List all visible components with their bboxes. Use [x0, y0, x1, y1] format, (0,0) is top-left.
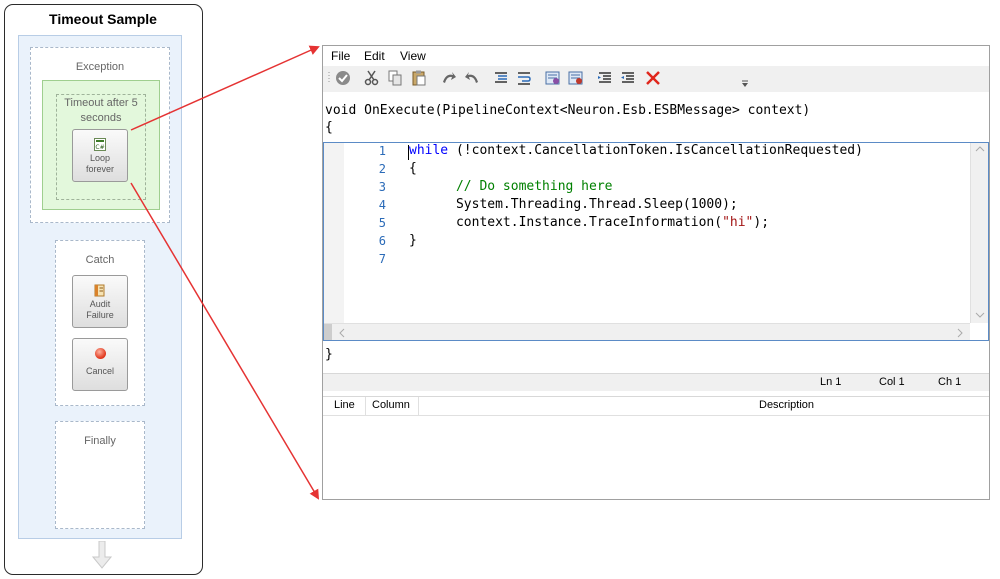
flow-down-arrow-icon [92, 541, 112, 569]
scroll-down-icon[interactable] [975, 311, 985, 319]
cut-icon[interactable] [364, 70, 380, 86]
bookmark-next-icon[interactable] [568, 70, 584, 86]
toolbar-overflow-icon[interactable] [741, 80, 749, 88]
copy-icon[interactable] [387, 70, 403, 86]
uncomment-icon[interactable] [620, 70, 636, 86]
editor-toolbar [323, 66, 989, 92]
check-icon[interactable] [335, 70, 351, 86]
menu-file[interactable]: File [331, 49, 350, 63]
line-number: 3 [378, 180, 386, 194]
column-header-line[interactable]: Line [334, 399, 355, 411]
delete-icon[interactable] [645, 70, 661, 86]
pipeline-title: Timeout Sample [49, 11, 157, 27]
method-open-brace: { [325, 120, 333, 135]
comment-icon[interactable] [597, 70, 613, 86]
keyword-while: while [409, 143, 449, 158]
horizontal-scrollbar[interactable] [324, 323, 970, 340]
line-number: 7 [378, 252, 386, 266]
method-signature: void OnExecute(PipelineContext<Neuron.Es… [325, 103, 811, 118]
redo-icon[interactable] [464, 70, 480, 86]
wrap-icon[interactable] [516, 70, 532, 86]
line-number: 1 [378, 144, 386, 158]
loop-forever-step[interactable]: C# Loop forever [72, 129, 128, 182]
line-number: 6 [378, 234, 386, 248]
code-text: ); [753, 215, 770, 230]
cancel-label: Cancel [85, 366, 114, 376]
code-line-5: context.Instance.TraceInformation("hi"); [409, 215, 769, 230]
code-line-6: } [409, 233, 417, 248]
column-header-description[interactable]: Description [759, 399, 814, 411]
menu-view[interactable]: View [400, 49, 426, 63]
audit-failure-label: Audit Failure [86, 299, 114, 320]
svg-text:C#: C# [95, 144, 104, 151]
loop-forever-label: Loop forever [85, 153, 114, 174]
code-line-4: System.Threading.Thread.Sleep(1000); [409, 197, 738, 212]
audit-book-icon [94, 284, 105, 297]
audit-failure-step[interactable]: Audit Failure [72, 275, 128, 328]
paste-icon[interactable] [411, 70, 427, 86]
exception-label: Exception [75, 61, 125, 73]
finally-block[interactable]: Finally [55, 421, 145, 529]
csharp-code-icon: C# [94, 138, 106, 151]
string-literal: "hi" [722, 215, 754, 230]
line-number: 4 [378, 198, 386, 212]
scroll-thumb[interactable] [324, 324, 332, 340]
scroll-left-icon[interactable] [338, 328, 346, 338]
code-line-1: while (!context.CancellationToken.IsCanc… [409, 143, 863, 158]
menu-bar: File Edit View [323, 46, 543, 66]
status-column: Col 1 [879, 376, 905, 388]
method-close-brace: } [325, 347, 333, 362]
timeout-label: Timeout after 5 seconds [64, 97, 138, 124]
undo-icon[interactable] [441, 70, 457, 86]
line-number: 2 [378, 162, 386, 176]
cancel-step[interactable]: Cancel [72, 338, 128, 391]
code-gutter [324, 143, 344, 323]
stop-circle-icon [94, 348, 106, 359]
code-text-area[interactable] [323, 142, 989, 341]
catch-label: Catch [85, 254, 115, 266]
text-caret [408, 145, 409, 160]
finally-label: Finally [84, 435, 116, 447]
column-divider[interactable] [365, 397, 366, 415]
align-lines-icon[interactable] [493, 70, 509, 86]
scroll-up-icon[interactable] [975, 145, 985, 153]
bookmark-icon[interactable] [545, 70, 561, 86]
code-text: context.Instance.TraceInformation( [409, 215, 723, 230]
column-divider[interactable] [418, 397, 419, 415]
code-text: (!context.CancellationToken.IsCancellati… [448, 143, 863, 158]
error-list-body[interactable] [323, 416, 989, 500]
scroll-right-icon[interactable] [956, 328, 964, 338]
vertical-scrollbar[interactable] [970, 143, 988, 323]
status-line: Ln 1 [820, 376, 842, 388]
code-line-2: { [409, 161, 417, 176]
line-number: 5 [378, 216, 386, 230]
column-header-column[interactable]: Column [372, 399, 410, 411]
error-list-header [323, 396, 989, 416]
status-char: Ch 1 [938, 376, 962, 388]
code-line-3-comment: // Do something here [409, 179, 613, 194]
menu-edit[interactable]: Edit [364, 49, 385, 63]
